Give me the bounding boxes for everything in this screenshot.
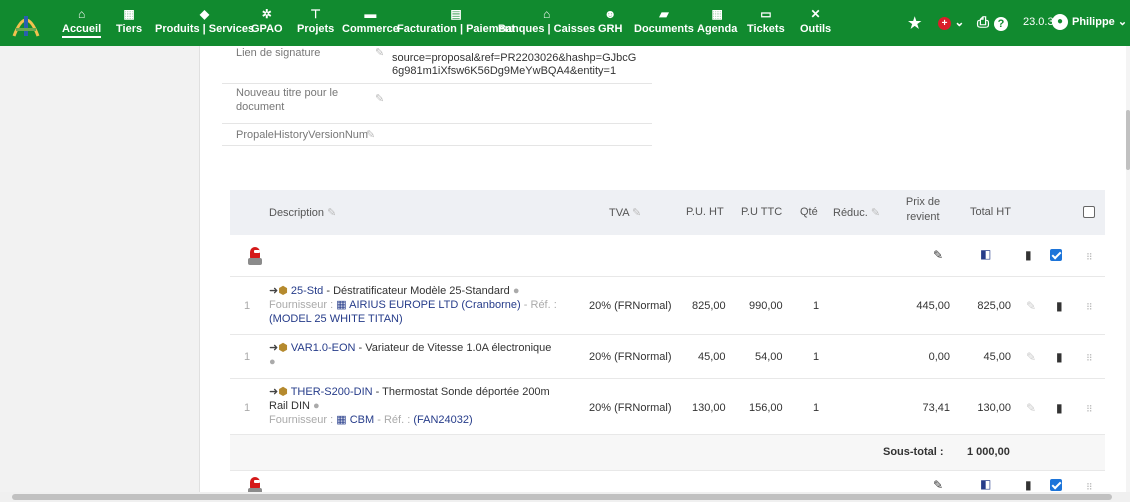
help-icon[interactable]: ?	[994, 15, 1008, 31]
edit-pencil-icon: ✎	[632, 207, 642, 219]
table-row: 1 ➜⬢ 25-Std - Déstratificateur Modèle 25…	[230, 277, 1105, 335]
scrollbar-thumb[interactable]	[12, 494, 1112, 500]
edit-pencil-icon[interactable]: ✎	[366, 128, 375, 141]
product-icon: ⬢	[278, 342, 288, 354]
menu-agenda[interactable]: ▦ Agenda	[697, 6, 737, 36]
info-icon[interactable]: ●	[513, 285, 520, 297]
col-total-ht: Total HT	[970, 206, 1011, 218]
table-header: Description ✎ TVA ✎ P.U. HT P.U TTC Qté …	[230, 190, 1105, 235]
subtotal-value: 1 000,00	[967, 446, 1010, 458]
table-row: 1 ➜⬢ THER-S200-DIN - Thermostat Sonde dé…	[230, 379, 1105, 435]
subtotal-label: Sous-total :	[883, 446, 944, 458]
app-logo[interactable]	[12, 8, 40, 38]
cogs-icon: ✲	[261, 7, 272, 21]
horizontal-scrollbar[interactable]	[0, 492, 1130, 502]
supplier-link[interactable]: CBM	[350, 414, 374, 426]
supplier-link[interactable]: AIRIUS EUROPE LTD (Cranborne)	[349, 299, 521, 311]
info-icon[interactable]: ●	[313, 400, 320, 412]
home-icon: ⌂	[77, 7, 86, 21]
user-icon: ●	[1052, 14, 1068, 30]
edit-pencil-icon[interactable]: ✎	[1026, 350, 1036, 364]
user-menu[interactable]: ● Philippe ⌄	[1052, 14, 1127, 30]
select-all-checkbox[interactable]	[1083, 206, 1095, 218]
table-row: 1 ➜⬢ VAR1.0-EON - Variateur de Vitesse 1…	[230, 335, 1105, 379]
edit-pencil-icon[interactable]: ✎	[1026, 299, 1036, 313]
menu-documents[interactable]: ▰ Documents	[634, 6, 694, 36]
delete-trash-icon[interactable]: ▮	[1056, 401, 1063, 415]
product-type-icon: ➜	[269, 342, 279, 354]
clone-icon[interactable]: ◧	[980, 247, 991, 261]
building-icon: ▦	[123, 7, 135, 21]
drag-handle-icon[interactable]: ⠿	[1086, 302, 1094, 313]
edit-pencil-icon[interactable]: ✎	[933, 248, 943, 262]
menu-tools[interactable]: ✕ Outils	[800, 6, 831, 36]
table-row-title: ✎ ◧ ▮ ⠿	[230, 235, 1105, 277]
drag-handle-icon[interactable]: ⠿	[1086, 353, 1094, 364]
drag-handle-icon[interactable]: ⠿	[1086, 252, 1094, 263]
product-ref-link[interactable]: VAR1.0-EON	[291, 342, 356, 354]
drag-handle-icon[interactable]: ⠿	[1086, 404, 1094, 415]
col-tva: TVA ✎	[609, 207, 642, 219]
line-checkbox[interactable]	[1050, 249, 1062, 261]
edit-pencil-icon: ✎	[870, 207, 881, 219]
delete-trash-icon[interactable]: ▮	[1025, 478, 1032, 492]
edit-pencil-icon[interactable]: ✎	[375, 46, 384, 59]
delete-trash-icon[interactable]: ▮	[1056, 299, 1063, 313]
tools-icon: ✕	[810, 7, 821, 21]
info-icon[interactable]: ●	[269, 356, 276, 368]
product-icon: ⬢	[278, 386, 288, 398]
left-sidebar	[0, 46, 200, 502]
sitemap-icon: ⊤	[310, 7, 321, 21]
edit-pencil-icon[interactable]: ✎	[1026, 401, 1036, 415]
product-type-icon: ➜	[269, 386, 279, 398]
edit-pencil-icon[interactable]: ✎	[375, 92, 384, 105]
main-content: Lien de signature ✎ source=proposal&ref=…	[200, 46, 1126, 502]
calendar-icon: ▦	[711, 7, 723, 21]
supplier-building-icon: ▦	[336, 299, 347, 311]
bank-icon: ⌂	[542, 7, 551, 21]
cube-icon: ◆	[199, 7, 210, 21]
menu-commerce[interactable]: ▬ Commerce	[342, 6, 399, 36]
bookmark-star-icon[interactable]: ★	[908, 14, 921, 32]
product-type-icon: ➜	[269, 285, 279, 297]
ticket-icon: ▭	[760, 7, 772, 21]
language-flag-icon[interactable]: + ⌄	[938, 15, 964, 30]
folder-icon: ▰	[659, 7, 669, 21]
users-icon: ☻	[603, 7, 617, 21]
menu-gpao[interactable]: ✲ GPAO	[251, 6, 283, 36]
product-ref-link[interactable]: 25-Std	[291, 285, 323, 297]
menu-hrm[interactable]: ☻ GRH	[598, 6, 622, 36]
delete-trash-icon[interactable]: ▮	[1056, 350, 1063, 364]
version-label: 23.0.3	[1023, 16, 1054, 28]
robot-icon	[248, 247, 262, 265]
subtotal-row: Sous-total : 1 000,00	[230, 435, 1105, 471]
attr-row-new-title: Nouveau titre pour le document ✎	[222, 84, 652, 124]
menu-projects[interactable]: ⊤ Projets	[297, 6, 334, 36]
menu-bank[interactable]: ⌂ Banques | Caisses	[498, 6, 595, 36]
menu-home[interactable]: ⌂ Accueil	[62, 6, 102, 38]
vertical-scrollbar[interactable]	[1126, 110, 1130, 170]
product-ref-link[interactable]: THER-S200-DIN	[291, 386, 373, 398]
briefcase-icon: ▬	[364, 7, 377, 21]
col-pu-ht: P.U. HT	[686, 206, 724, 218]
col-pu-ttc: P.U TTC	[741, 206, 783, 218]
col-description: Description ✎	[269, 207, 337, 219]
col-qty: Qté	[800, 206, 818, 218]
delete-trash-icon[interactable]: ▮	[1025, 248, 1032, 262]
col-cost-price: Prix de revient	[905, 196, 941, 223]
col-discount: Réduc. ✎	[833, 207, 881, 219]
menu-products[interactable]: ◆ Produits | Services	[155, 6, 254, 36]
edit-pencil-icon: ✎	[327, 207, 337, 219]
top-menu-bar: ⌂ Accueil ▦ Tiers ◆ Produits | Services ✲ GP…	[0, 0, 1130, 46]
attr-row-history-version: PropaleHistoryVersionNum ✎	[222, 124, 652, 146]
supplier-building-icon: ▦	[336, 414, 347, 426]
menu-thirdparties[interactable]: ▦ Tiers	[116, 6, 142, 36]
menu-tickets[interactable]: ▭ Tickets	[747, 6, 785, 36]
product-icon: ⬢	[278, 285, 288, 297]
line-checkbox[interactable]	[1050, 479, 1062, 491]
print-icon[interactable]: ⎙	[977, 14, 989, 31]
clone-icon[interactable]: ◧	[980, 477, 991, 491]
attr-row-signature-link: Lien de signature ✎ source=proposal&ref=…	[222, 46, 652, 84]
edit-pencil-icon[interactable]: ✎	[933, 478, 943, 492]
